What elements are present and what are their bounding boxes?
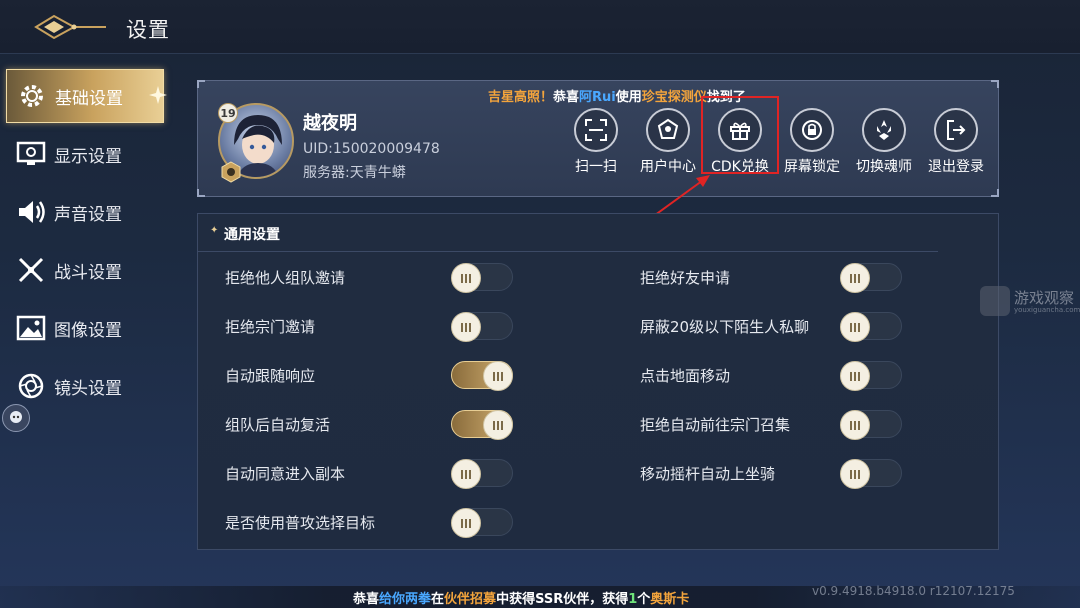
sidebar-item-label: 声音设置: [54, 204, 122, 225]
player-server: 服务器:天青牛蟒: [303, 165, 406, 181]
top-bar: 设置: [0, 0, 1080, 54]
sidebar-item-basic-settings[interactable]: 基础设置: [6, 69, 167, 123]
monitor-icon: [14, 137, 48, 171]
logout-button[interactable]: 退出登录: [916, 108, 996, 178]
broadcast-message: 恭喜给你两拳在伙伴招募中获得SSR伙伴，获得1个奥斯卡: [353, 592, 690, 607]
profile-panel: 吉星高照！恭喜阿Rui使用珍宝探测仪找到了 19 越夜明 UID:1500200…: [197, 80, 999, 197]
sidebar-item-label: 镜头设置: [54, 378, 122, 399]
level-badge: 19: [218, 103, 238, 123]
screen-lock-button[interactable]: 屏幕锁定: [772, 108, 852, 178]
back-arrow-icon[interactable]: [30, 8, 110, 46]
setting-row: 拒绝他人组队邀请: [225, 262, 525, 293]
general-settings-panel: ✦ 通用设置 拒绝他人组队邀请 拒绝宗门邀请 自动跟随响应 组队后自动复活 自动…: [197, 213, 999, 550]
setting-row: 拒绝自动前往宗门召集: [640, 409, 940, 440]
sidebar-item-image-settings[interactable]: 图像设置: [6, 301, 164, 355]
player-uid: UID:150020009478: [303, 141, 440, 157]
page-title: 设置: [126, 18, 170, 42]
toggle-switch[interactable]: [451, 459, 513, 489]
logout-icon: [934, 108, 978, 152]
toggle-switch[interactable]: [840, 410, 902, 440]
setting-row: 组队后自动复活: [225, 409, 525, 440]
sidebar-item-label: 战斗设置: [54, 262, 122, 283]
speaker-icon: [14, 195, 48, 229]
setting-row: 自动同意进入副本: [225, 458, 525, 489]
switch-character-icon: [862, 108, 906, 152]
gear-icon: [15, 79, 49, 113]
setting-row: 拒绝宗门邀请: [225, 311, 525, 342]
scan-icon: [574, 108, 618, 152]
sparkle-icon: [149, 86, 167, 104]
setting-row: 拒绝好友申请: [640, 262, 940, 293]
toggle-switch[interactable]: [840, 459, 902, 489]
setting-row: 屏蔽20级以下陌生人私聊: [640, 311, 940, 342]
camera-lens-icon: [14, 369, 48, 403]
toggle-switch[interactable]: [840, 312, 902, 342]
version-label: v0.9.4918.b4918.0 r12107.12175: [812, 584, 1015, 598]
toggle-switch[interactable]: [840, 361, 902, 391]
crossed-swords-icon: [14, 253, 48, 287]
image-icon: [14, 311, 48, 345]
rank-badge-icon: [220, 161, 242, 183]
sidebar-item-camera-settings[interactable]: 镜头设置: [6, 359, 164, 413]
toggle-switch[interactable]: [451, 312, 513, 342]
player-name: 越夜明: [303, 113, 357, 134]
setting-row: 移动摇杆自动上坐骑: [640, 458, 940, 489]
toggle-switch[interactable]: [451, 410, 513, 440]
setting-row: 点击地面移动: [640, 360, 940, 391]
sidebar-item-label: 基础设置: [55, 88, 123, 109]
watermark: 游戏观察 youxiguancha.com: [980, 284, 1080, 318]
sidebar-item-battle-settings[interactable]: 战斗设置: [6, 243, 164, 297]
toggle-switch[interactable]: [451, 263, 513, 293]
star-icon: ✦: [210, 225, 219, 236]
sidebar-item-label: 图像设置: [54, 320, 122, 341]
toggle-switch[interactable]: [840, 263, 902, 293]
sidebar-item-sound-settings[interactable]: 声音设置: [6, 185, 164, 239]
settings-sidebar: 基础设置 显示设置 声音设置 战斗设置 图像设置 镜头设置: [0, 54, 167, 586]
section-title: 通用设置: [224, 227, 280, 243]
user-center-icon: [646, 108, 690, 152]
sidebar-item-label: 显示设置: [54, 146, 122, 167]
setting-row: 自动跟随响应: [225, 360, 525, 391]
cdk-highlight-box: [701, 96, 779, 174]
lock-icon: [790, 108, 834, 152]
setting-row: 是否使用普攻选择目标: [225, 507, 525, 538]
sidebar-item-display-settings[interactable]: 显示设置: [6, 127, 164, 181]
watermark-logo-icon: [980, 286, 1010, 316]
toggle-switch[interactable]: [451, 361, 513, 391]
toggle-switch[interactable]: [451, 508, 513, 538]
section-header: ✦ 通用设置: [198, 214, 938, 252]
switch-character-button[interactable]: 切换魂师: [844, 108, 924, 178]
floating-assistant-icon[interactable]: [2, 404, 30, 432]
